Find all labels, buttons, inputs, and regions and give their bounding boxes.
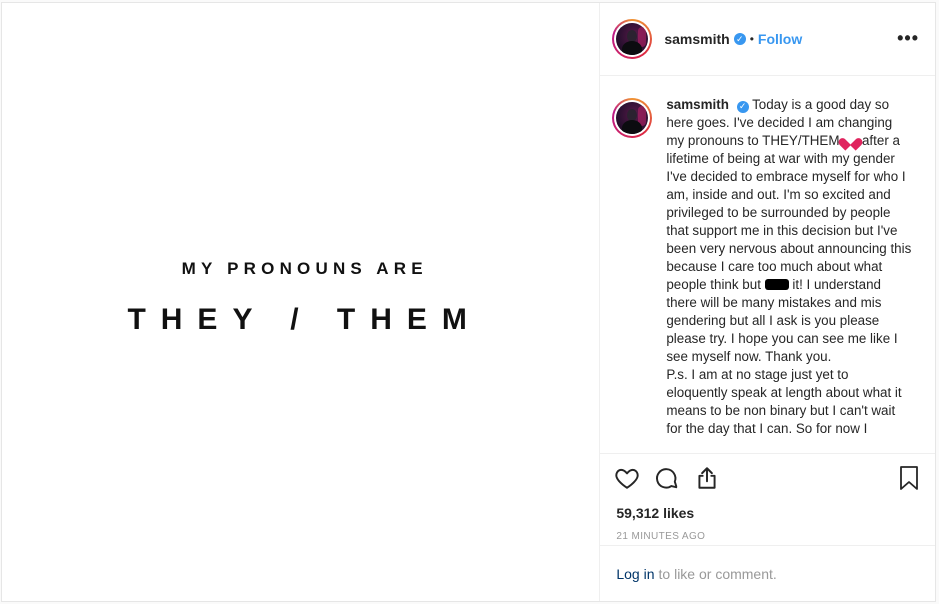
avatar-image xyxy=(616,23,649,55)
follow-button[interactable]: Follow xyxy=(758,31,802,47)
comment-icon[interactable] xyxy=(654,465,680,491)
action-bar xyxy=(600,454,935,502)
heart-outline-icon[interactable] xyxy=(614,465,640,491)
caption-avatar[interactable] xyxy=(612,98,653,138)
caption-username[interactable]: samsmith xyxy=(666,97,729,112)
login-prompt: Log in to like or comment. xyxy=(600,545,935,601)
caption-text: samsmith ✓ Today is a good day so here g… xyxy=(666,96,911,453)
image-text-line2: THEY / THEM xyxy=(127,303,482,336)
post-sidebar: samsmith ✓ • Follow ••• samsmith ✓ Today… xyxy=(600,3,935,601)
verified-badge-icon: ✓ xyxy=(733,33,746,45)
red-heart-emoji-icon xyxy=(843,133,858,146)
more-options-icon[interactable]: ••• xyxy=(897,29,919,47)
verified-badge-icon: ✓ xyxy=(736,100,749,113)
redacted-word xyxy=(764,279,789,290)
caption-part2: after a lifetime of being at war with my… xyxy=(666,133,912,292)
post-header: samsmith ✓ • Follow ••• xyxy=(600,3,935,76)
avatar-image xyxy=(616,102,649,134)
instagram-post: MY PRONOUNS ARE THEY / THEM samsmith ✓ •… xyxy=(1,2,936,602)
bookmark-icon[interactable] xyxy=(897,465,921,491)
image-text-line1: MY PRONOUNS ARE xyxy=(181,259,428,278)
header-separator: • xyxy=(749,32,754,46)
post-timestamp: 21 MINUTES AGO xyxy=(616,531,706,542)
post-image[interactable]: MY PRONOUNS ARE THEY / THEM xyxy=(2,3,601,601)
likes-count[interactable]: 59,312 likes xyxy=(600,502,935,524)
login-suffix: to like or comment. xyxy=(658,565,777,582)
header-username[interactable]: samsmith xyxy=(664,31,729,47)
caption-part3: it! I understand there will be many mist… xyxy=(666,277,902,436)
header-avatar[interactable] xyxy=(612,19,653,59)
caption-section: samsmith ✓ Today is a good day so here g… xyxy=(600,76,935,454)
login-link[interactable]: Log in xyxy=(616,566,654,582)
share-icon[interactable] xyxy=(694,465,720,491)
